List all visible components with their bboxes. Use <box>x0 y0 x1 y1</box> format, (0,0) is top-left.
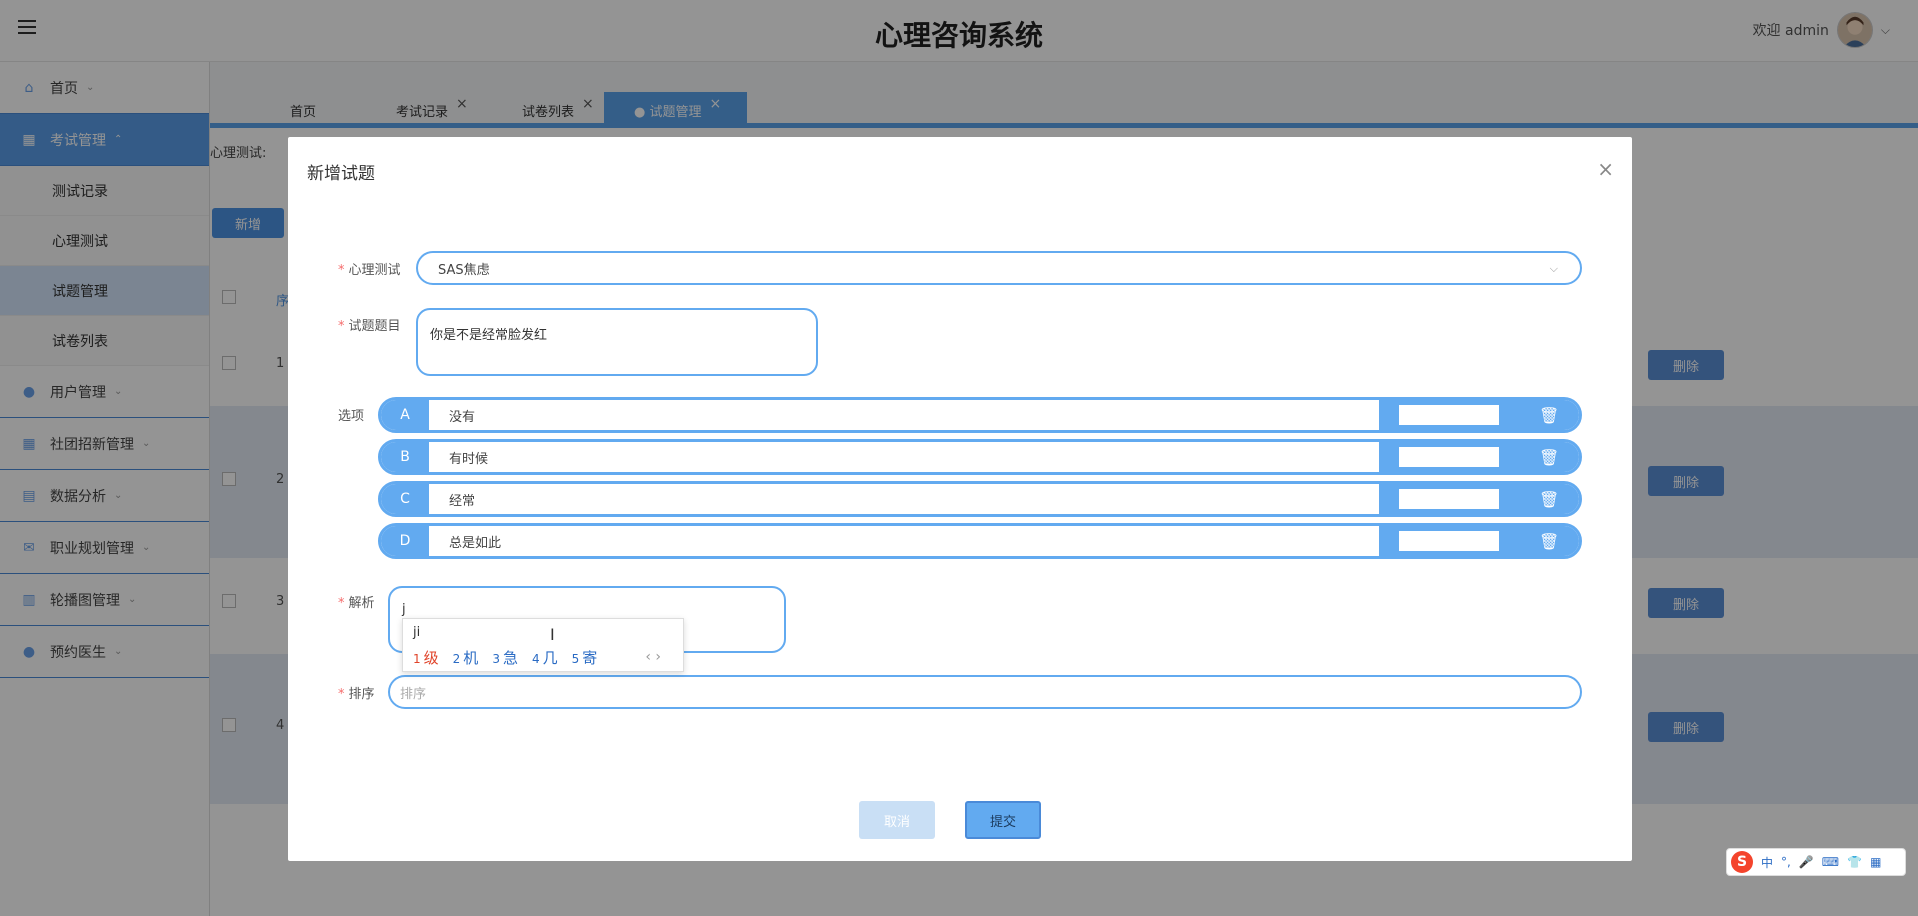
required-mark: * <box>338 596 345 611</box>
option-text-input[interactable]: 有时候 <box>429 448 1379 467</box>
ime-candidate[interactable]: 4几 <box>532 647 558 668</box>
ime-language[interactable]: 中 <box>1761 854 1773 871</box>
required-mark: * <box>338 319 345 334</box>
required-mark: * <box>338 687 345 702</box>
required-mark: * <box>338 263 345 278</box>
punctuation-icon[interactable]: °, <box>1781 855 1791 869</box>
text-cursor-icon: I <box>550 625 555 644</box>
ime-candidate[interactable]: 2机 <box>453 647 479 668</box>
option-score-input[interactable] <box>1399 531 1499 551</box>
add-question-dialog: 新增试题 × * 心理测试 SAS焦虑 ⌵ * 试题题目 你是不是经常脸发红 选项 … <box>288 137 1632 861</box>
test-field-label: * 心理测试 <box>338 259 401 278</box>
candidate-number: 2 <box>452 652 461 666</box>
option-text-input[interactable]: 没有 <box>429 406 1379 425</box>
dialog-title: 新增试题 <box>307 164 375 184</box>
candidate-text: 急 <box>502 649 518 667</box>
option-row-b: B 有时候 🗑 <box>378 439 1582 475</box>
question-field-label: * 试题题目 <box>338 315 401 334</box>
option-key: A <box>381 400 429 430</box>
question-textarea[interactable]: 你是不是经常脸发红 <box>416 308 818 376</box>
ime-page-nav[interactable]: ‹ › <box>645 649 661 665</box>
trash-icon[interactable]: 🗑 <box>1539 490 1559 509</box>
option-text-input[interactable]: 总是如此 <box>429 532 1379 551</box>
order-field-label: * 排序 <box>338 683 375 702</box>
option-tail: 🗑 <box>1379 526 1579 556</box>
trash-icon[interactable]: 🗑 <box>1539 532 1559 551</box>
candidate-number: 4 <box>531 652 540 666</box>
option-score-input[interactable] <box>1399 489 1499 509</box>
close-icon[interactable]: × <box>1597 157 1614 181</box>
option-tail: 🗑 <box>1379 400 1579 430</box>
label-text: 排序 <box>348 687 375 702</box>
ime-candidates: 1级 2机 3急 4几 5寄 <box>413 647 597 668</box>
option-score-input[interactable] <box>1399 405 1499 425</box>
option-key: D <box>381 526 429 556</box>
analysis-field-label: * 解析 <box>338 592 375 611</box>
sogou-logo-icon[interactable]: S <box>1731 851 1753 873</box>
option-text-input[interactable]: 经常 <box>429 490 1379 509</box>
order-input[interactable]: 排序 <box>388 675 1582 709</box>
ime-composition: ji <box>413 625 421 640</box>
test-select[interactable]: SAS焦虑 ⌵ <box>416 251 1582 285</box>
label-text: 解析 <box>348 596 375 611</box>
select-value: SAS焦虑 <box>438 262 490 278</box>
submit-button[interactable]: 提交 <box>965 801 1041 839</box>
ime-candidate[interactable]: 5寄 <box>572 647 598 668</box>
candidate-text: 机 <box>463 649 479 667</box>
keyboard-icon[interactable]: ⌨ <box>1822 855 1839 869</box>
option-row-d: D 总是如此 🗑 <box>378 523 1582 559</box>
option-tail: 🗑 <box>1379 484 1579 514</box>
option-row-a: A 没有 🗑 <box>378 397 1582 433</box>
candidate-number: 3 <box>492 652 500 666</box>
option-score-input[interactable] <box>1399 447 1499 467</box>
option-tail: 🗑 <box>1379 442 1579 472</box>
chevron-down-icon: ⌵ <box>1549 262 1558 275</box>
candidate-text: 寄 <box>582 649 598 667</box>
cancel-button[interactable]: 取消 <box>859 801 935 839</box>
ime-candidate[interactable]: 1级 <box>413 647 439 668</box>
candidate-text: 级 <box>423 649 439 667</box>
trash-icon[interactable]: 🗑 <box>1539 406 1559 425</box>
ime-candidate[interactable]: 3急 <box>492 647 518 668</box>
options-label: 选项 <box>338 409 365 424</box>
candidate-text: 几 <box>542 649 558 667</box>
option-key: B <box>381 442 429 472</box>
label-text: 心理测试 <box>348 263 401 278</box>
microphone-icon[interactable]: 🎤 <box>1799 855 1814 869</box>
ime-toolbar: S 中 °, 🎤 ⌨ 👕 ▦ <box>1726 848 1906 876</box>
option-row-c: C 经常 🗑 <box>378 481 1582 517</box>
trash-icon[interactable]: 🗑 <box>1539 448 1559 467</box>
option-key: C <box>381 484 429 514</box>
candidate-number: 5 <box>571 652 580 666</box>
grid-icon[interactable]: ▦ <box>1870 855 1881 869</box>
ime-candidate-popup: ji 1级 2机 3急 4几 5寄 ‹ › <box>402 618 684 672</box>
label-text: 试题题目 <box>348 319 401 334</box>
skin-icon[interactable]: 👕 <box>1847 855 1862 869</box>
candidate-number: 1 <box>413 652 421 666</box>
